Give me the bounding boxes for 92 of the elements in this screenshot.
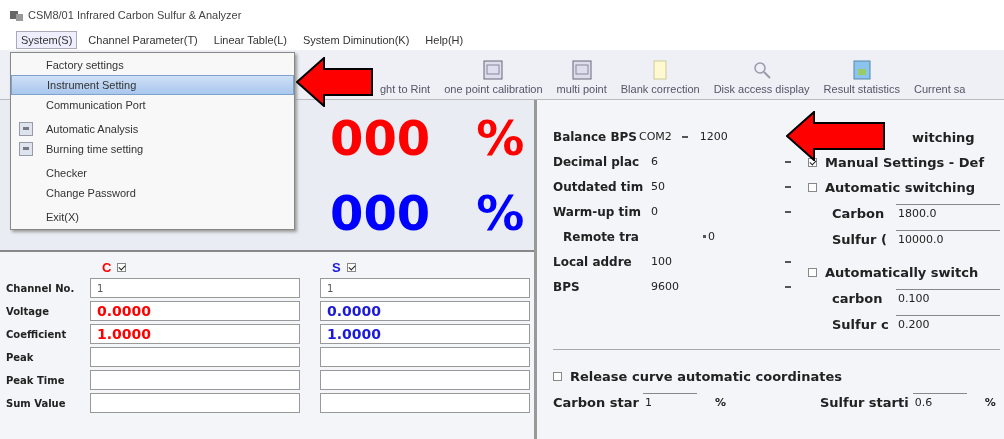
reading-value: 000	[330, 113, 431, 162]
value-field[interactable]	[90, 370, 300, 390]
checkbox[interactable]	[553, 372, 562, 381]
chart-icon	[852, 60, 871, 80]
menu-item[interactable]: Communication Port	[11, 95, 294, 115]
menu-item[interactable]: Exit(X)	[11, 207, 294, 227]
input-field[interactable]: 10000.0	[896, 230, 1000, 248]
unit-label: %	[476, 113, 525, 162]
toolbar-button[interactable]: Result statistics	[823, 60, 901, 95]
menu-item[interactable]: Channel Parameter(T)	[83, 31, 203, 49]
value-field[interactable]: 1	[90, 278, 300, 298]
value-field[interactable]	[90, 347, 300, 367]
toolbar-button[interactable]: Current sa	[914, 60, 966, 95]
input-field[interactable]: 0.200	[896, 315, 1000, 333]
value-field[interactable]	[320, 393, 530, 413]
row-label: Channel No.	[6, 282, 76, 294]
menu-item[interactable]: Automatic Analysis	[11, 119, 294, 139]
value-field[interactable]: 0.0000	[320, 301, 530, 321]
function-icon	[571, 60, 592, 80]
value-field[interactable]	[320, 370, 530, 390]
reading-value: 000	[330, 188, 431, 237]
input-field[interactable]: 1	[642, 393, 697, 411]
option-label: Manual Settings - Def	[825, 155, 985, 170]
value-field[interactable]	[90, 393, 300, 413]
app-icon	[10, 9, 24, 21]
field-label: Sulfur c	[832, 316, 890, 332]
setting-label: BPS	[553, 279, 581, 294]
checkbox[interactable]	[117, 263, 127, 272]
setting-value[interactable]: 1200	[699, 130, 728, 143]
group-title: witching	[912, 130, 975, 145]
setting-label: Remote tra	[562, 229, 640, 244]
option-label: Automatic switching	[825, 180, 976, 195]
menu-item[interactable]: Instrument Setting	[11, 75, 294, 95]
setting-value[interactable]: 6	[651, 155, 745, 168]
menu-item[interactable]: Help(H)	[420, 31, 469, 49]
unit-label: %	[476, 188, 525, 237]
setting-value[interactable]: 50	[651, 180, 745, 193]
setting-label: Outdated tim	[553, 179, 645, 194]
field-label: Sulfur starti	[819, 394, 909, 410]
magnifier-icon	[751, 60, 772, 80]
setting-value[interactable]: 9600	[651, 280, 745, 293]
value-field[interactable]: 1.0000	[320, 324, 530, 344]
toolbar-button[interactable]: multi point	[556, 60, 607, 95]
row-label: Voltage	[6, 305, 50, 317]
function-icon	[483, 60, 504, 80]
setting-value[interactable]: COM2	[639, 130, 672, 143]
checkbox[interactable]	[808, 268, 817, 277]
input-field[interactable]: 1800.0	[896, 204, 1000, 222]
field-label: Sulfur (	[832, 231, 888, 247]
row-label: Sum Value	[6, 397, 67, 409]
document-icon	[653, 60, 668, 80]
field-label: Carbon star	[553, 394, 639, 410]
channel-label: C	[102, 260, 112, 275]
row-label: Peak Time	[6, 374, 66, 386]
unit-label: %	[984, 395, 996, 409]
menu-item[interactable]: Linear Table(L)	[208, 31, 292, 49]
field-label: Carbon	[832, 205, 886, 221]
input-field[interactable]: 0.6	[912, 393, 967, 411]
unit-label: %	[714, 395, 726, 409]
setting-value: 0	[708, 230, 715, 243]
value-field[interactable]: 1.0000	[90, 324, 300, 344]
value-field[interactable]: 1	[320, 278, 530, 298]
row-label: Coefficient	[6, 328, 68, 340]
toolbar-button[interactable]: one point calibration	[444, 60, 543, 95]
setting-label: Balance BPS	[553, 129, 637, 144]
input-field[interactable]: 0.100	[896, 289, 1000, 307]
setting-label: Warm-up tim	[553, 204, 642, 219]
option-label: Release curve automatic coordinates	[570, 369, 843, 384]
setting-label: Local addre	[553, 254, 633, 269]
menu-item-icon	[19, 142, 33, 156]
value-field[interactable]	[320, 347, 530, 367]
checkbox[interactable]	[808, 183, 817, 192]
setting-value[interactable]: 0	[651, 205, 745, 218]
option-label: Automatically switch	[825, 265, 979, 280]
checkbox[interactable]	[346, 263, 356, 272]
toolbar-button[interactable]: Disk access display	[713, 60, 810, 95]
row-label: Peak	[6, 351, 35, 363]
menu-item[interactable]: System Diminution(K)	[297, 31, 415, 49]
channel-label: S	[332, 260, 341, 275]
setting-label: Decimal plac	[553, 154, 641, 169]
toolbar-button[interactable]: Blank correction	[620, 60, 700, 95]
menu-item[interactable]: Burning time setting	[11, 139, 294, 159]
field-label: carbon	[832, 290, 884, 306]
menu-item-icon	[19, 122, 33, 136]
menu-item[interactable]: Change Password	[11, 183, 294, 203]
setting-value[interactable]: 100	[651, 255, 745, 268]
value-field[interactable]: 0.0000	[90, 301, 300, 321]
menu-item[interactable]: System(S)	[16, 31, 78, 49]
window-title: CSM8/01 Infrared Carbon Sulfur & Analyzer	[28, 9, 242, 21]
menu-item[interactable]: Factory settings	[11, 55, 294, 75]
menu-item[interactable]: Checker	[11, 163, 294, 183]
toolbar-button[interactable]: ght to Rint	[380, 60, 431, 95]
